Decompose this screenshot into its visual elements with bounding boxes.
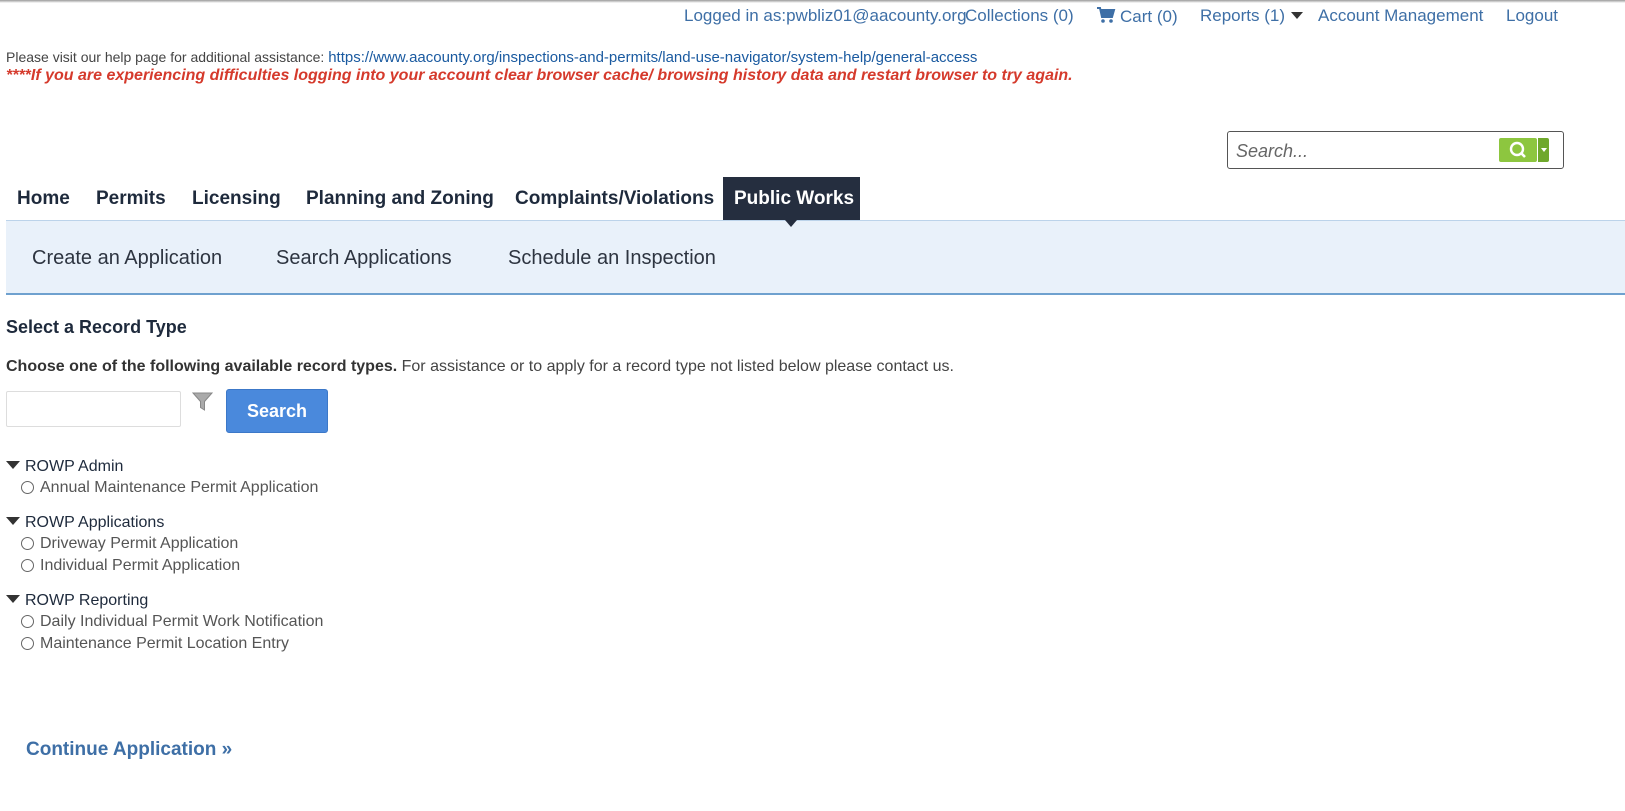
top-links: Logged in as:pwbliz01@aacounty.org Colle… bbox=[0, 6, 1625, 28]
group-rowp-admin[interactable]: ROWP Admin bbox=[6, 458, 123, 476]
instructions: Choose one of the following available re… bbox=[6, 358, 954, 376]
radio-button[interactable] bbox=[21, 537, 34, 550]
reports-menu[interactable]: Reports (1) bbox=[1200, 6, 1304, 26]
help-link[interactable]: https://www.aacounty.org/inspections-and… bbox=[328, 49, 977, 66]
create-application-link[interactable]: Create an Application bbox=[32, 247, 222, 270]
login-warning: ****If you are experiencing difficulties… bbox=[6, 67, 1073, 84]
help-line: Please visit our help page for additiona… bbox=[6, 49, 977, 66]
instructions-rest: For assistance or to apply for a record … bbox=[397, 358, 954, 375]
collections-link[interactable]: Collections (0) bbox=[965, 6, 1074, 26]
search-button[interactable]: Search bbox=[226, 389, 328, 433]
radio-button[interactable] bbox=[21, 559, 34, 572]
tab-permits[interactable]: Permits bbox=[85, 177, 177, 220]
record-type-search-input[interactable] bbox=[6, 391, 181, 427]
search-applications-link[interactable]: Search Applications bbox=[276, 247, 452, 270]
cart-link[interactable]: Cart (0) bbox=[1096, 6, 1178, 29]
cart-label: Cart (0) bbox=[1120, 7, 1178, 26]
option-label: Daily Individual Permit Work Notificatio… bbox=[40, 613, 324, 630]
reports-label: Reports (1) bbox=[1200, 6, 1286, 25]
radio-button[interactable] bbox=[21, 481, 34, 494]
record-option[interactable]: Maintenance Permit Location Entry bbox=[21, 635, 289, 653]
global-search-input[interactable] bbox=[1234, 138, 1493, 164]
record-option[interactable]: Daily Individual Permit Work Notificatio… bbox=[21, 613, 323, 631]
search-options-dropdown[interactable] bbox=[1538, 138, 1549, 162]
instructions-bold: Choose one of the following available re… bbox=[6, 358, 398, 375]
expand-triangle-icon bbox=[6, 517, 20, 525]
option-label: Annual Maintenance Permit Application bbox=[40, 479, 319, 496]
continue-application-link[interactable]: Continue Application » bbox=[26, 739, 232, 761]
option-label: Maintenance Permit Location Entry bbox=[40, 635, 290, 652]
help-text: Please visit our help page for additiona… bbox=[6, 49, 325, 65]
top-shadow bbox=[0, 0, 1625, 3]
active-tab-pointer bbox=[785, 220, 797, 227]
page-title: Select a Record Type bbox=[6, 317, 187, 337]
filter-icon[interactable] bbox=[191, 391, 214, 418]
record-option[interactable]: Annual Maintenance Permit Application bbox=[21, 479, 318, 497]
chevron-down-icon bbox=[1291, 12, 1304, 19]
group-label: ROWP Admin bbox=[25, 458, 124, 475]
tab-planning-and-zoning[interactable]: Planning and Zoning bbox=[295, 177, 505, 220]
record-option[interactable]: Driveway Permit Application bbox=[21, 535, 238, 553]
group-label: ROWP Reporting bbox=[25, 592, 149, 609]
expand-triangle-icon bbox=[6, 595, 20, 603]
option-label: Individual Permit Application bbox=[40, 557, 241, 574]
global-search bbox=[1227, 131, 1564, 169]
record-option[interactable]: Individual Permit Application bbox=[21, 557, 240, 575]
option-label: Driveway Permit Application bbox=[40, 535, 239, 552]
tab-public-works[interactable]: Public Works bbox=[723, 177, 860, 220]
logout-link[interactable]: Logout bbox=[1506, 6, 1558, 26]
tab-home[interactable]: Home bbox=[6, 177, 81, 220]
schedule-inspection-link[interactable]: Schedule an Inspection bbox=[508, 247, 716, 270]
group-rowp-reporting[interactable]: ROWP Reporting bbox=[6, 592, 148, 610]
search-icon bbox=[1499, 141, 1537, 166]
expand-triangle-icon bbox=[6, 461, 20, 469]
radio-button[interactable] bbox=[21, 615, 34, 628]
global-search-button[interactable] bbox=[1499, 138, 1537, 162]
group-label: ROWP Applications bbox=[25, 514, 165, 531]
logged-in-label: Logged in as:pwbliz01@aacounty.org bbox=[684, 6, 967, 25]
cart-icon bbox=[1096, 6, 1116, 29]
tab-complaints-violations[interactable]: Complaints/Violations bbox=[504, 177, 725, 220]
account-management-link[interactable]: Account Management bbox=[1318, 6, 1483, 26]
tab-licensing[interactable]: Licensing bbox=[181, 177, 292, 220]
radio-button[interactable] bbox=[21, 637, 34, 650]
group-rowp-applications[interactable]: ROWP Applications bbox=[6, 514, 164, 532]
sub-nav: Create an Application Search Application… bbox=[6, 220, 1625, 295]
